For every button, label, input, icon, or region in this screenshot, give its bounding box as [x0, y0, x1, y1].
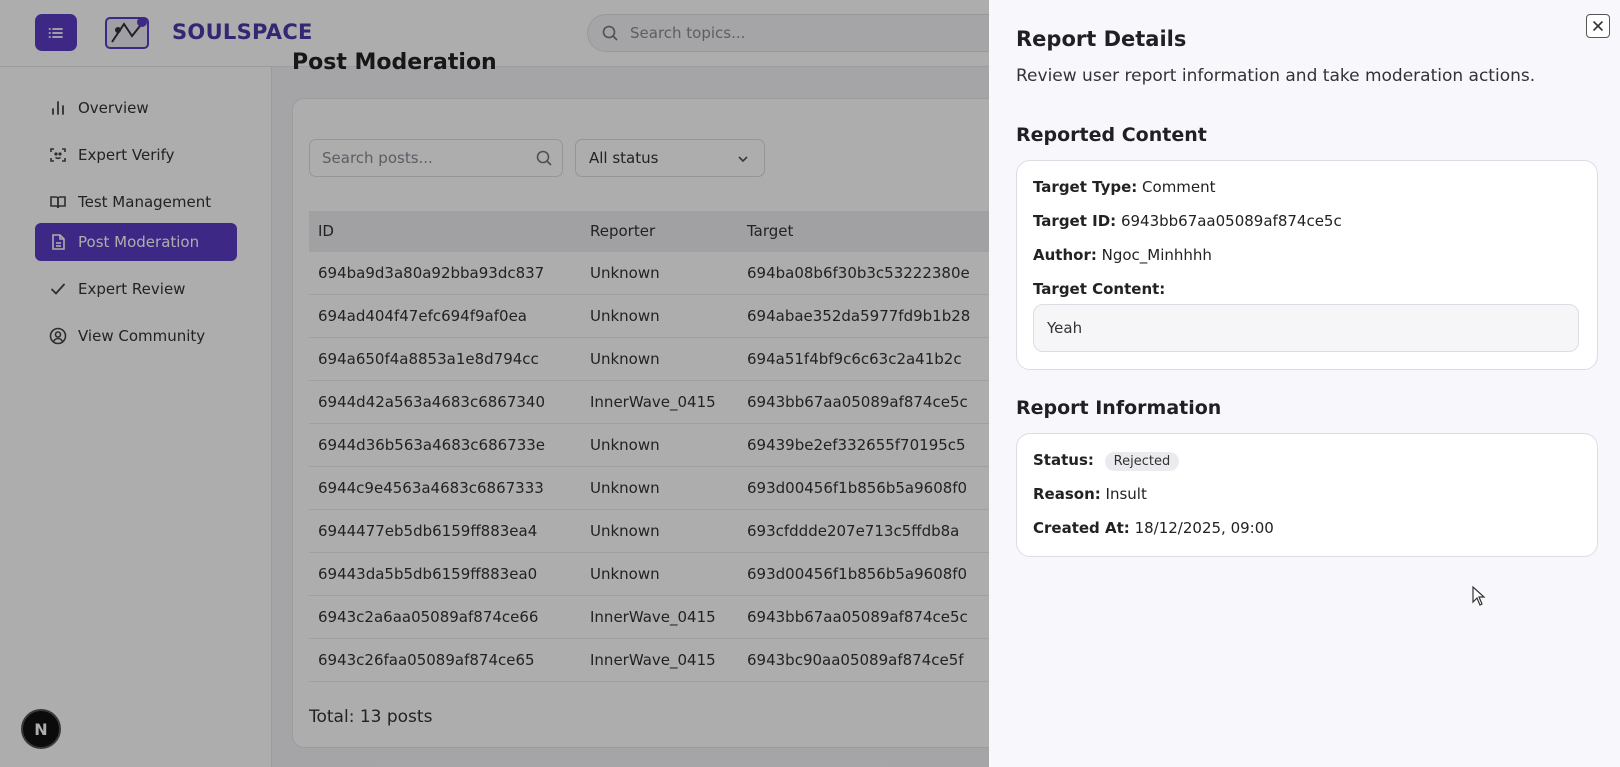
drawer-title: Report Details — [1016, 27, 1187, 51]
target-content-label: Target Content: — [1033, 280, 1166, 298]
author-row: Author: Ngoc_Minhhhh — [1033, 246, 1212, 264]
target-content-box: Yeah — [1033, 304, 1579, 352]
target-type-row: Target Type: Comment — [1033, 178, 1216, 196]
created-at-row: Created At: 18/12/2025, 09:00 — [1033, 519, 1274, 537]
close-button[interactable] — [1586, 14, 1610, 38]
status-label: Status: — [1033, 451, 1094, 469]
reason-value: Insult — [1105, 485, 1147, 503]
target-type-value: Comment — [1142, 178, 1216, 196]
reason-label: Reason: — [1033, 485, 1101, 503]
reported-content-heading: Reported Content — [1016, 124, 1207, 146]
close-icon — [1593, 21, 1603, 31]
author-value: Ngoc_Minhhhh — [1101, 246, 1212, 264]
drawer-subtitle: Review user report information and take … — [1016, 66, 1536, 86]
report-details-drawer — [989, 0, 1620, 767]
mouse-cursor-icon — [1472, 586, 1486, 606]
created-at-value: 18/12/2025, 09:00 — [1134, 519, 1274, 537]
status-row: Status: Rejected — [1033, 451, 1180, 471]
target-type-label: Target Type: — [1033, 178, 1138, 196]
reason-row: Reason: Insult — [1033, 485, 1147, 503]
target-id-value: 6943bb67aa05089af874ce5c — [1120, 212, 1342, 230]
author-label: Author: — [1033, 246, 1097, 264]
target-content-row: Target Content: — [1033, 280, 1165, 298]
target-id-row: Target ID: 6943bb67aa05089af874ce5c — [1033, 212, 1342, 230]
created-at-label: Created At: — [1033, 519, 1130, 537]
status-badge: Rejected — [1104, 452, 1180, 471]
report-information-heading: Report Information — [1016, 397, 1222, 419]
target-id-label: Target ID: — [1033, 212, 1117, 230]
